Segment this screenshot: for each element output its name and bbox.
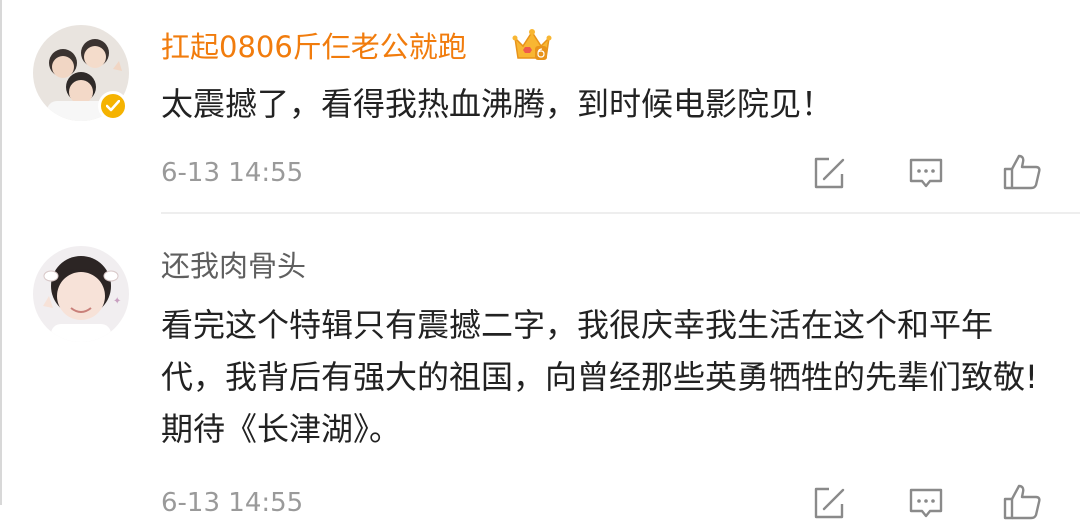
share-button[interactable] [809,153,849,193]
crown-level-6-icon [511,24,553,70]
username[interactable]: 扛起0806斤仨老公就跑 [161,33,467,62]
comment-time: 6-13 14:55 [161,158,304,188]
comment-icon [909,158,943,188]
share-icon [814,157,845,189]
verified-badge-icon [98,91,128,121]
comment-icon [909,488,943,518]
share-button[interactable] [809,483,849,523]
like-button[interactable] [1001,151,1041,191]
like-icon [1003,484,1041,520]
comment-text: 太震撼了，看得我热血沸腾，到时候电影院见！ [161,85,834,123]
comment-item: ✦ 还我肉骨头 看完这个特辑只有震撼二字，我很庆幸我生活在这个和平年代，我背后有… [0,215,1080,520]
comment-button[interactable] [906,483,946,523]
like-button[interactable] [1001,481,1041,521]
comment-divider [161,212,1080,214]
comment-time: 6-13 14:55 [161,488,304,518]
share-icon [814,487,845,519]
username[interactable]: 还我肉骨头 [161,252,306,281]
comment-item: 扛起0806斤仨老公就跑 太震撼了，看得我热血沸腾，到时候电影院见！ 6-13 … [0,0,1080,215]
comment-button[interactable] [906,153,946,193]
like-icon [1003,154,1041,190]
svg-text:✦: ✦ [113,296,121,307]
avatar[interactable]: ✦ [33,246,129,342]
comment-text: 看完这个特辑只有震撼二字，我很庆幸我生活在这个和平年代，我背后有强大的祖国，向曾… [161,306,1038,448]
